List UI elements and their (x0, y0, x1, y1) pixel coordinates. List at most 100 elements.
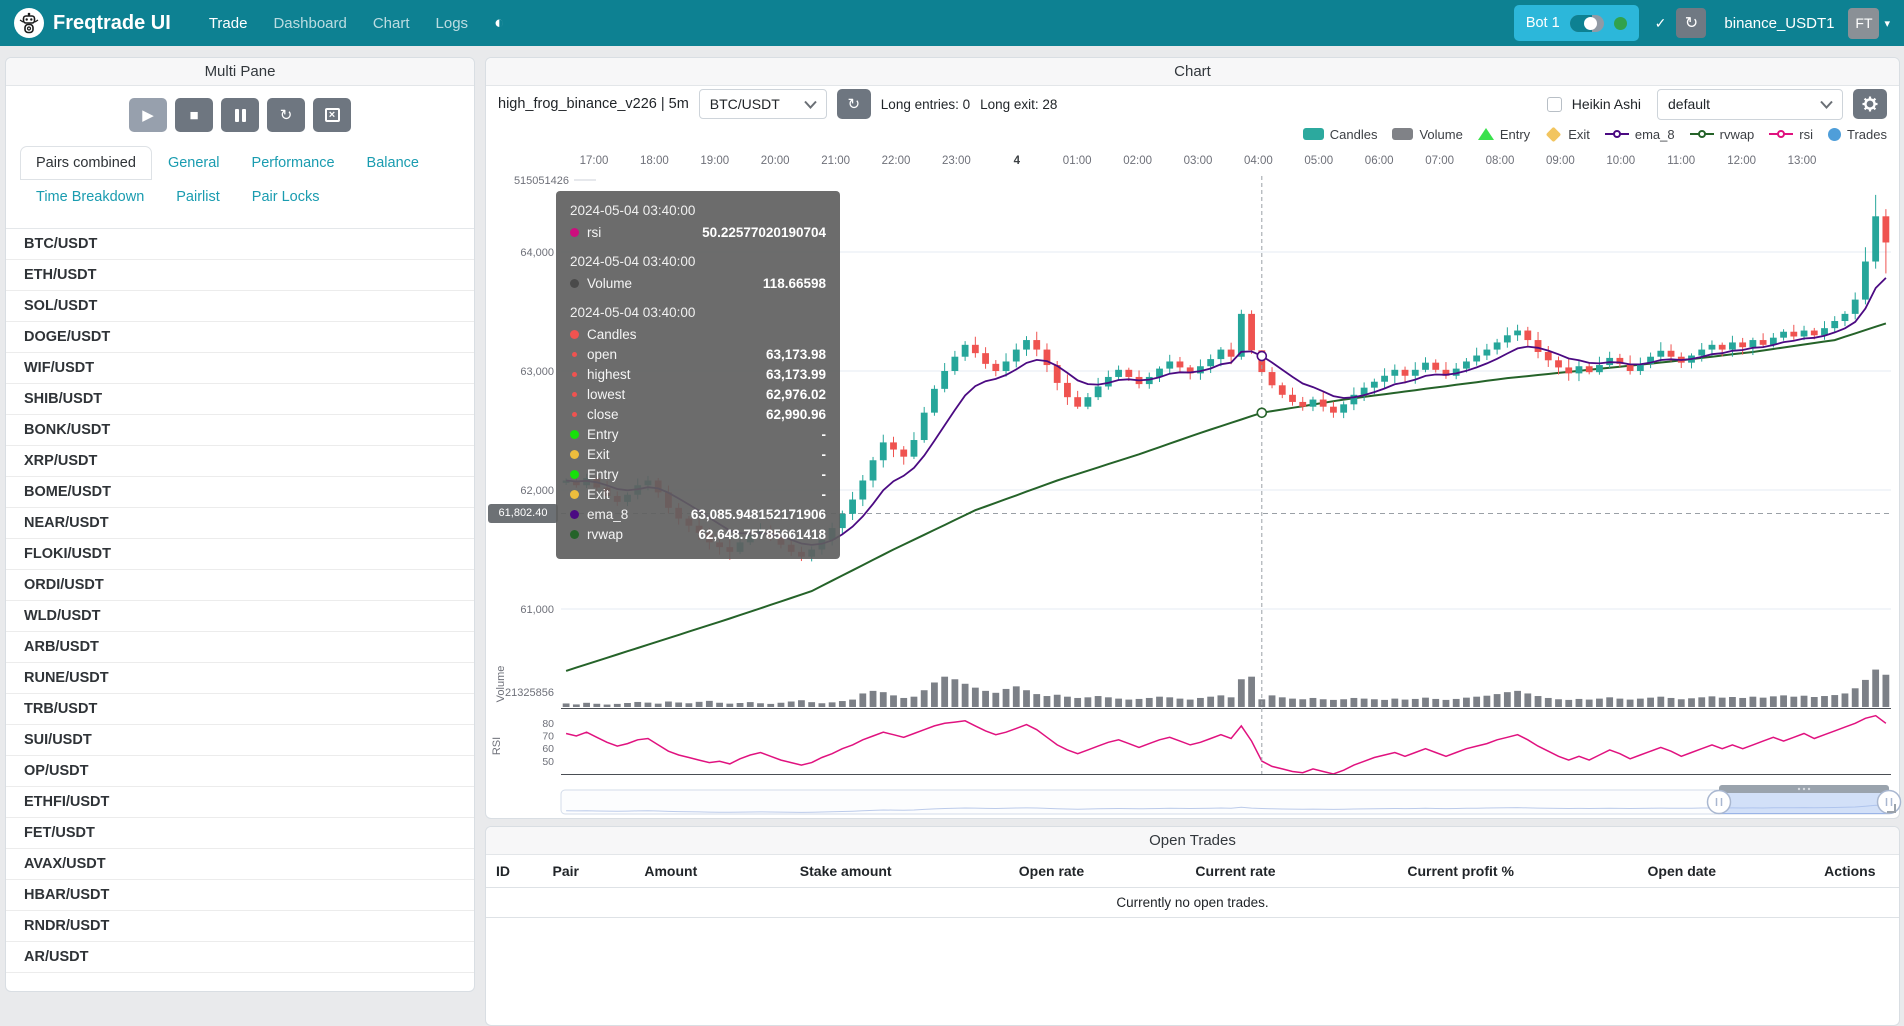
tab-performance[interactable]: Performance (236, 146, 351, 180)
pair-item-wld[interactable]: WLD/USDT (6, 601, 474, 632)
pair-item-ar[interactable]: AR/USDT (6, 942, 474, 973)
svg-text:20:00: 20:00 (761, 155, 790, 167)
svg-text:4: 4 (1014, 155, 1021, 167)
datazoom-slider[interactable] (561, 785, 1901, 814)
legend-exit[interactable]: Exit (1545, 127, 1590, 142)
tab-balance[interactable]: Balance (351, 146, 435, 180)
heikin-ashi-label: Heikin Ashi (1572, 96, 1641, 112)
plot-config-value: default (1668, 96, 1710, 112)
nav-item-logs[interactable]: Logs (436, 15, 469, 32)
chart-refresh-button[interactable]: ↻ (837, 89, 871, 119)
gear-icon (1862, 96, 1878, 112)
chart-legend: Candles Volume Entry Exit ema_8 rvwap rsi Trade… (486, 122, 1899, 146)
pair-item-op[interactable]: OP/USDT (6, 756, 474, 787)
tooltip-row-close: close62,990.96 (570, 407, 826, 422)
legend-rvwap[interactable]: rvwap (1690, 127, 1755, 142)
candlestick-chart[interactable]: 64,00063,00062,00061,00051505142617:0018… (486, 146, 1899, 816)
nav-item-trade[interactable]: Trade (209, 15, 248, 32)
pair-item-bome[interactable]: BOME/USDT (6, 477, 474, 508)
nav-item-chart[interactable]: Chart (373, 15, 410, 32)
exit-swatch-icon (1546, 126, 1562, 142)
pair-item-btc[interactable]: BTC/USDT (6, 229, 474, 260)
tab-time-breakdown[interactable]: Time Breakdown (20, 180, 160, 214)
pair-item-trb[interactable]: TRB/USDT (6, 694, 474, 725)
caret-down-icon[interactable]: ▾ (1884, 17, 1890, 30)
rvwap-swatch-icon (1690, 133, 1714, 135)
datazoom-selection[interactable] (1719, 791, 1889, 814)
svg-text:07:00: 07:00 (1425, 155, 1454, 167)
pair-item-sui[interactable]: SUI/USDT (6, 725, 474, 756)
pair-item-eth[interactable]: ETH/USDT (6, 260, 474, 291)
svg-text:01:00: 01:00 (1063, 155, 1092, 167)
nav-item-dashboard[interactable]: Dashboard (273, 15, 346, 32)
legend-label: Entry (1500, 127, 1530, 142)
table-empty-row: Currently no open trades. (486, 888, 1899, 918)
legend-ema_8[interactable]: ema_8 (1605, 127, 1675, 142)
pair-item-wif[interactable]: WIF/USDT (6, 353, 474, 384)
pair-item-doge[interactable]: DOGE/USDT (6, 322, 474, 353)
svg-text:23:00: 23:00 (942, 155, 971, 167)
pair-select[interactable]: BTC/USDT (699, 89, 827, 119)
svg-text:19:00: 19:00 (700, 155, 729, 167)
pair-item-rndr[interactable]: RNDR/USDT (6, 911, 474, 942)
clear-button[interactable]: × (313, 98, 351, 132)
pair-item-fet[interactable]: FET/USDT (6, 818, 474, 849)
legend-label: Candles (1330, 127, 1378, 142)
bot-toggle[interactable] (1570, 15, 1604, 32)
avatar-initials: FT (1855, 15, 1872, 31)
pair-item-arb[interactable]: ARB/USDT (6, 632, 474, 663)
plot-config-select[interactable]: default (1657, 89, 1843, 120)
tooltip-row-ema_8: ema_863,085.948152171906 (570, 507, 826, 522)
svg-text:05:00: 05:00 (1304, 155, 1333, 167)
freqtrade-logo-icon (14, 8, 44, 38)
legend-volume[interactable]: Volume (1392, 127, 1462, 142)
entry-swatch-icon (1478, 128, 1494, 140)
ema_8-swatch-icon (1605, 133, 1629, 135)
resize-handle[interactable] (1887, 804, 1896, 813)
series-dot-icon (572, 372, 577, 377)
svg-text:Volume: Volume (495, 666, 507, 703)
svg-text:61,000: 61,000 (520, 604, 554, 616)
rsi-swatch-icon (1769, 133, 1793, 135)
pair-item-near[interactable]: NEAR/USDT (6, 508, 474, 539)
tooltip-row-lowest: lowest62,976.02 (570, 387, 826, 402)
theme-toggle-icon[interactable]: ◐ (494, 13, 504, 33)
series-dot-icon (570, 228, 579, 237)
pair-item-xrp[interactable]: XRP/USDT (6, 446, 474, 477)
legend-candles[interactable]: Candles (1303, 127, 1378, 142)
pair-item-sol[interactable]: SOL/USDT (6, 291, 474, 322)
pair-item-avax[interactable]: AVAX/USDT (6, 849, 474, 880)
candles-swatch-icon (1303, 128, 1324, 140)
top-navbar: Freqtrade UI TradeDashboardChartLogs ◐ B… (0, 0, 1904, 46)
svg-text:11:00: 11:00 (1667, 155, 1695, 167)
pair-item-rune[interactable]: RUNE/USDT (6, 663, 474, 694)
tab-general[interactable]: General (152, 146, 236, 180)
avatar[interactable]: FT (1848, 8, 1879, 39)
global-refresh-button[interactable]: ↻ (1676, 8, 1706, 38)
pair-item-shib[interactable]: SHIB/USDT (6, 384, 474, 415)
legend-rsi[interactable]: rsi (1769, 127, 1813, 142)
pause-button[interactable] (221, 98, 259, 132)
pair-item-floki[interactable]: FLOKI/USDT (6, 539, 474, 570)
tab-pairs-combined[interactable]: Pairs combined (20, 146, 152, 180)
pair-item-ethfi[interactable]: ETHFI/USDT (6, 787, 474, 818)
legend-entry[interactable]: Entry (1478, 127, 1530, 142)
play-button[interactable]: ▶ (129, 98, 167, 132)
tab-pair-locks[interactable]: Pair Locks (236, 180, 336, 214)
svg-text:70: 70 (542, 731, 554, 743)
chart-panel: Chart high_frog_binance_v226 | 5m BTC/US… (485, 57, 1900, 819)
datazoom-left-handle[interactable] (1708, 791, 1731, 814)
tab-pairlist[interactable]: Pairlist (160, 180, 236, 214)
stop-button[interactable]: ■ (175, 98, 213, 132)
bot-selector[interactable]: Bot 1 (1514, 5, 1639, 41)
heikin-ashi-checkbox[interactable] (1547, 97, 1562, 112)
reload-button[interactable]: ↻ (267, 98, 305, 132)
account-name: binance_USDT1 (1724, 15, 1834, 32)
tooltip-row-rvwap: rvwap62,648.75785661418 (570, 527, 826, 542)
pair-item-bonk[interactable]: BONK/USDT (6, 415, 474, 446)
pair-item-hbar[interactable]: HBAR/USDT (6, 880, 474, 911)
svg-text:03:00: 03:00 (1184, 155, 1213, 167)
legend-trades[interactable]: Trades (1828, 127, 1887, 142)
plot-settings-button[interactable] (1853, 89, 1887, 119)
pair-item-ordi[interactable]: ORDI/USDT (6, 570, 474, 601)
